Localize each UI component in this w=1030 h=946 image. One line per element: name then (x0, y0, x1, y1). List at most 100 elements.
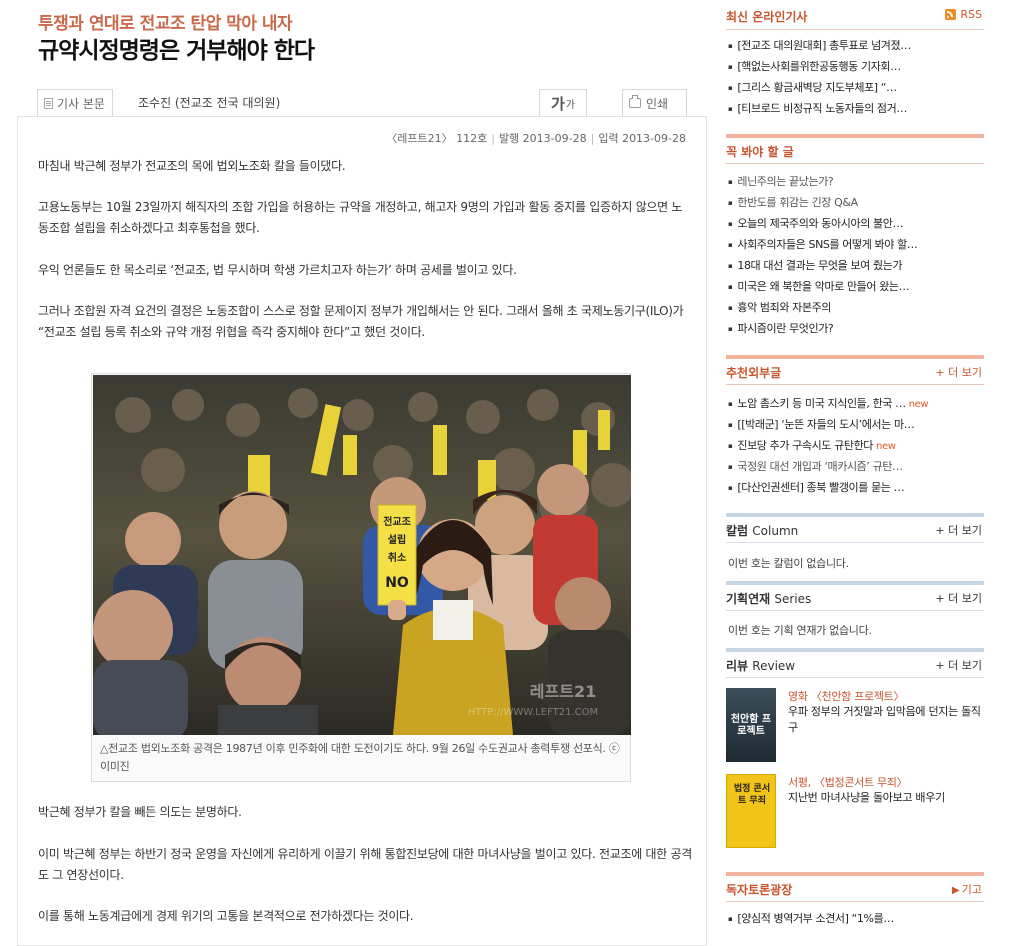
review-heading: 리뷰 Review + 더 보기 (726, 657, 984, 674)
font-size-small: 가 (565, 99, 575, 111)
paragraph: 고용노동부는 10월 23일까지 해직자의 조합 가입을 허용하는 규약을 개정… (38, 200, 683, 235)
rss-link[interactable]: RSS (945, 8, 982, 21)
review-description[interactable]: 지난번 마녀사냥을 돌아보고 배우기 (788, 790, 984, 806)
must-read-list: 레닌주의는 끝났는가? 한반도를 휘감는 긴장 Q&A 오늘의 제국주의와 동아… (728, 171, 984, 339)
print-label: 인쇄 (646, 96, 669, 111)
photo-watermark: 레프트21 (530, 682, 596, 701)
paragraph: 이미 박근혜 정부는 하반기 정국 운영을 자신에게 유리하게 이끌기 위해 통… (38, 847, 692, 882)
review-title[interactable]: 서평, 〈법정콘서트 무죄〉 (788, 774, 908, 790)
article-author: 조수진 (전교조 전국 대의원) (138, 96, 281, 110)
photo-caption: △전교조 법외노조화 공격은 1987년 이후 민주화에 대한 도전이기도 하다… (100, 742, 620, 773)
section-bar (726, 355, 984, 359)
column-heading: 칼럼 Column + 더 보기 (726, 522, 984, 539)
column-empty-note: 이번 호는 칼럼이 없습니다. (728, 557, 849, 570)
forum-list: [양심적 병역거부 소견서] “1%를… (728, 908, 984, 929)
paragraph: 마침내 박근혜 정부가 전교조의 목에 법외노조화 칼을 들이댔다. (38, 159, 346, 173)
list-item-text: 노암 촘스키 등 미국 지식인들, 한국 … (737, 397, 906, 410)
section-bar (726, 513, 984, 517)
list-item[interactable]: [전교조 대의원대회] 총투표로 넘겨졌… (728, 35, 984, 56)
list-item[interactable]: [다산인권센터] 종북 빨갱이를 묻는 … (728, 477, 984, 498)
book-cover-title: 법정 콘서트 무죄 (733, 784, 771, 806)
list-item-text: 진보당 추가 구속시도 규탄한다 (737, 439, 874, 452)
divider (726, 163, 984, 164)
latest-heading: 최신 온라인기사 RSS (726, 8, 984, 25)
list-item[interactable]: [핵없는사회를위한공동행동 기자회… (728, 56, 984, 77)
list-item[interactable]: 국정원 대선 개입과 ‘매카시즘’ 규탄… (728, 456, 984, 477)
placard-line-1: 전교조 (383, 515, 411, 528)
recommended-list: 노암 촘스키 등 미국 지식인들, 한국 …new [[박래군] ‘눈뜬 자들의… (728, 393, 984, 498)
section-bar (726, 648, 984, 652)
tab-article-label: 기사 본문 (57, 96, 105, 111)
meta-separator: | (590, 132, 595, 145)
list-item-text: [[박래군] ‘눈뜬 자들의 도시’에서는 마… (737, 418, 915, 431)
list-item[interactable]: [양심적 병역거부 소견서] “1%를… (728, 908, 984, 929)
review-item[interactable]: 천안함 프로젝트 영화 〈천안함 프로젝트〉 우파 정부의 거짓말과 입막음에 … (726, 688, 984, 763)
meta-separator: | (491, 132, 495, 145)
section-bar (726, 872, 984, 876)
rss-icon (945, 9, 957, 20)
issue-link[interactable]: 〈레프트21〉 112호 (386, 132, 487, 145)
paragraph: 박근혜 정부가 칼을 빼든 의도는 분명하다. (38, 805, 242, 819)
list-item[interactable]: 진보당 추가 구속시도 규탄한다new (728, 435, 984, 456)
list-item[interactable]: 파시즘이란 무엇인가? (728, 318, 984, 339)
forum-contribute-link[interactable]: ▶ 기고 (952, 881, 982, 897)
review-description[interactable]: 우파 정부의 거짓말과 입막음에 던지는 돌직구 (788, 704, 984, 736)
review-title[interactable]: 영화 〈천안함 프로젝트〉 (788, 688, 904, 704)
divider (726, 384, 984, 385)
column-more-link[interactable]: + 더 보기 (935, 522, 982, 538)
list-item[interactable]: 사회주의자들은 SNS를 어떻게 봐야 할… (728, 234, 984, 255)
list-item[interactable]: 노암 촘스키 등 미국 지식인들, 한국 …new (728, 393, 984, 414)
section-bar (726, 134, 984, 138)
recommended-heading-text: 추천외부글 (726, 366, 782, 380)
article-photo: 전교조 설립 취소 NO 레프트21 HTTP://WWW.LEFT21.COM… (91, 373, 631, 782)
book-cover[interactable]: 천안함 프로젝트 (726, 688, 776, 762)
divider (726, 542, 984, 543)
section-bar (726, 581, 984, 585)
forum-heading: 독자토론광장 ▶ 기고 (726, 881, 984, 898)
rss-label: RSS (960, 8, 982, 21)
review-heading-en: Review (752, 659, 796, 673)
review-heading-text: 리뷰 (726, 659, 749, 673)
review-more-link[interactable]: + 더 보기 (935, 657, 982, 673)
list-item[interactable]: [그리스 황금새벽당 지도부체포] “… (728, 77, 984, 98)
print-button[interactable]: 인쇄 (622, 89, 687, 116)
rally-photo: 전교조 설립 취소 NO 레프트21 HTTP://WWW.LEFT21.COM (93, 375, 631, 735)
article-meta: 〈레프트21〉 112호 | 발행 2013-09-28 | 입력 2013-09-28 (0, 130, 686, 146)
published-date: 발행 2013-09-28 (498, 132, 587, 145)
font-size-large: 가 (550, 94, 565, 113)
series-empty-note: 이번 호는 기획 연재가 없습니다. (728, 624, 872, 637)
list-item[interactable]: [[박래군] ‘눈뜬 자들의 도시’에서는 마… (728, 414, 984, 435)
book-cover[interactable]: 법정 콘서트 무죄 (726, 774, 776, 848)
document-icon (44, 97, 53, 109)
placard-line-3: 취소 (388, 551, 406, 564)
entered-date: 입력 2013-09-28 (598, 132, 686, 145)
series-heading-en: Series (774, 592, 812, 606)
new-badge: new (876, 441, 896, 452)
paragraph: 그러나 조합원 자격 요건의 결정은 노동조합이 스스로 정할 문제이지 정부가… (38, 304, 684, 339)
review-item[interactable]: 법정 콘서트 무죄 서평, 〈법정콘서트 무죄〉 지난번 마녀사냥을 돌아보고 … (726, 774, 984, 849)
font-size-button[interactable]: 가가 (539, 89, 587, 116)
column-heading-text: 칼럼 (726, 524, 749, 538)
play-arrow-icon: ▶ (952, 885, 960, 896)
series-heading: 기획연재 Series + 더 보기 (726, 590, 984, 607)
list-item[interactable]: 한반도를 휘감는 긴장 Q&A (728, 192, 984, 213)
list-item[interactable]: 18대 대선 결과는 무엇을 보여 줬는가 (728, 255, 984, 276)
series-heading-text: 기획연재 (726, 592, 771, 606)
recommended-more-link[interactable]: + 더 보기 (935, 364, 982, 380)
divider (726, 29, 984, 30)
divider (726, 610, 984, 611)
series-more-link[interactable]: + 더 보기 (935, 590, 982, 606)
latest-list: [전교조 대의원대회] 총투표로 넘겨졌… [핵없는사회를위한공동행동 기자회…… (728, 35, 984, 119)
column-heading-en: Column (752, 524, 799, 538)
list-item[interactable]: 오늘의 제국주의와 동아시아의 불안… (728, 213, 984, 234)
forum-contribute-label: 기고 (961, 883, 982, 896)
list-item-text: 국정원 대선 개입과 ‘매카시즘’ 규탄… (737, 460, 903, 473)
article-title: 규약시정명령은 거부해야 한다 (38, 38, 315, 64)
tab-article-body[interactable]: 기사 본문 (37, 89, 113, 116)
list-item[interactable]: 미국은 왜 북한을 악마로 만들어 왔는… (728, 276, 984, 297)
list-item[interactable]: [티브로드 비정규직 노동자들의 점거… (728, 98, 984, 119)
paragraph: 우익 언론들도 한 목소리로 ‘전교조, 법 무시하며 학생 가르치고자 하는가… (38, 263, 517, 277)
list-item[interactable]: 레닌주의는 끝났는가? (728, 171, 984, 192)
list-item[interactable]: 흉악 범죄와 자본주의 (728, 297, 984, 318)
article-column: 투쟁과 연대로 전교조 탄압 막아 내자 규약시정명령은 거부해야 한다 기사 … (0, 0, 710, 946)
